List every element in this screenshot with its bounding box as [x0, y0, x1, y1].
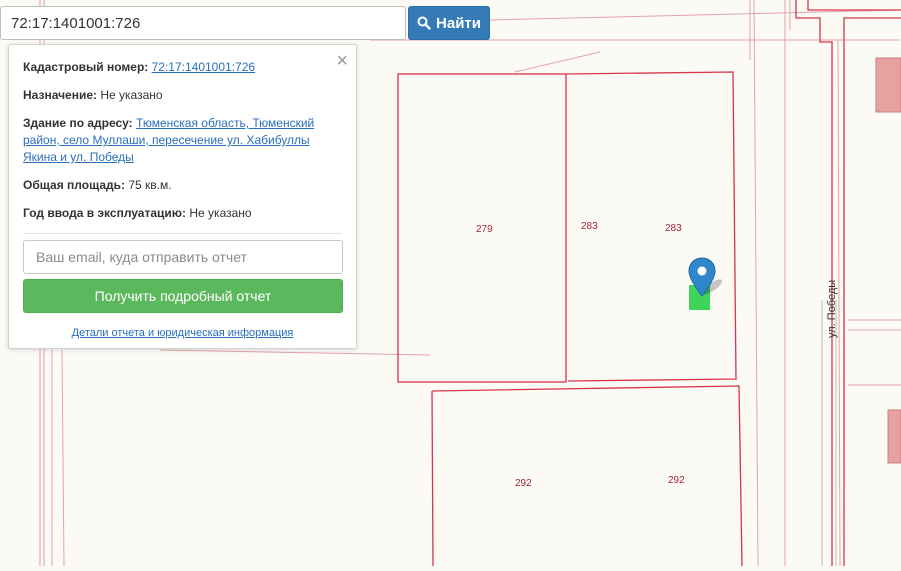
street-label: ул. Победы [826, 280, 838, 338]
year-value: Не указано [189, 206, 252, 220]
cadastral-number-label: Кадастровый номер: [23, 60, 149, 74]
report-details-link[interactable]: Детали отчета и юридическая информация [23, 327, 342, 339]
cadastral-number-row: Кадастровый номер: 72:17:1401001:726 [23, 59, 342, 76]
purpose-row: Назначение: Не указано [23, 87, 342, 104]
get-report-button[interactable]: Получить подробный отчет [23, 279, 343, 313]
parcel-label: 283 [581, 221, 598, 232]
year-row: Год ввода в эксплуатацию: Не указано [23, 205, 342, 222]
parcel-label: 292 [668, 475, 685, 486]
area-value: 75 кв.м. [128, 178, 172, 192]
cadastral-number-link[interactable]: 72:17:1401001:726 [152, 60, 255, 74]
search-button-label: Найти [436, 14, 481, 32]
address-label: Здание по адресу: [23, 116, 133, 130]
email-field[interactable] [23, 240, 343, 274]
parcel-label: 279 [476, 224, 493, 235]
purpose-label: Назначение: [23, 88, 98, 102]
building-shape [887, 409, 901, 464]
building-shape [875, 57, 901, 113]
close-icon[interactable]: × [336, 51, 348, 71]
area-label: Общая площадь: [23, 178, 126, 192]
purpose-value: Не указано [100, 88, 163, 102]
search-icon [417, 16, 431, 30]
area-row: Общая площадь: 75 кв.м. [23, 177, 342, 194]
search-button[interactable]: Найти [408, 6, 490, 40]
parcel-label: 292 [515, 478, 532, 489]
address-row: Здание по адресу: Тюменская область, Тюм… [23, 115, 342, 166]
year-label: Год ввода в эксплуатацию: [23, 206, 187, 220]
search-input[interactable] [0, 6, 406, 40]
parcel-info-popup: × Кадастровый номер: 72:17:1401001:726 Н… [8, 44, 357, 349]
parcel-label: 283 [665, 223, 682, 234]
divider [23, 233, 342, 234]
